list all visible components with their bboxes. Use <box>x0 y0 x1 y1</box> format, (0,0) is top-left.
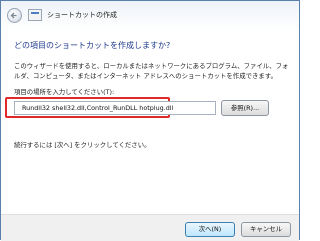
back-button[interactable] <box>7 8 22 23</box>
wizard-icon <box>28 9 42 21</box>
title-bar: ショートカットの作成 <box>1 1 299 31</box>
continue-instruction: 続行するには [次へ] をクリックしてください。 <box>14 141 151 149</box>
create-shortcut-window: ショートカットの作成 どの項目のショートカットを作成しますか? このウィザードを… <box>0 0 300 241</box>
button-bar: 次へ(N) キャンセル <box>1 214 299 241</box>
page-heading: どの項目のショートカットを作成しますか? <box>14 41 171 50</box>
wizard-description: このウィザードを使用すると、ローカルまたはネットワークにあるプログラム、ファイル… <box>14 62 289 80</box>
location-input[interactable]: Rundll32 shell32.dll,Control_RunDLL hotp… <box>14 101 216 115</box>
back-arrow-icon <box>10 12 17 19</box>
browse-button[interactable]: 参照(R)... <box>221 100 269 116</box>
next-button[interactable]: 次へ(N) <box>185 222 235 237</box>
location-label: 項目の場所を入力してください(T): <box>14 88 115 96</box>
window-title: ショートカットの作成 <box>47 11 117 19</box>
cancel-button[interactable]: キャンセル <box>241 222 291 237</box>
